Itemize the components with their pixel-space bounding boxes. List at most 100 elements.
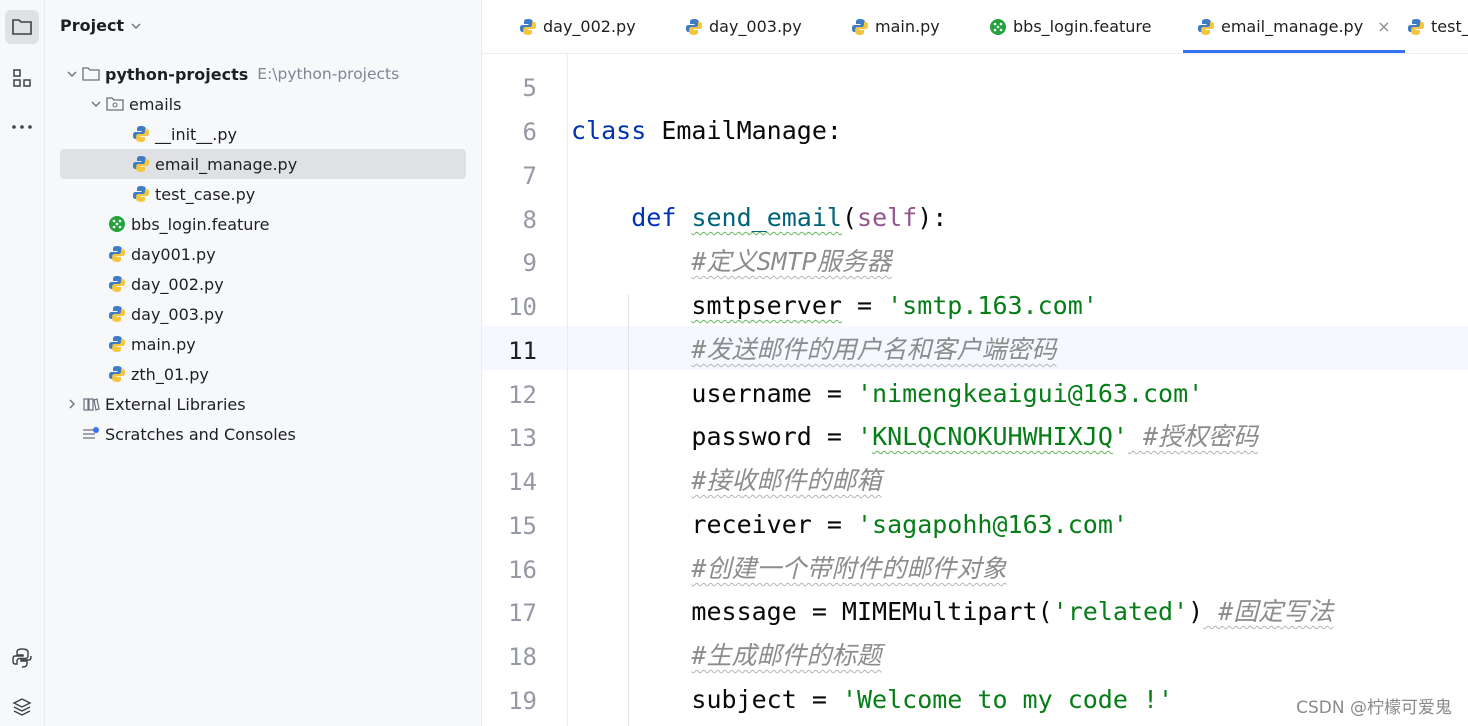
tab-email-manage[interactable]: email_manage.py × bbox=[1183, 0, 1405, 53]
package-folder-icon bbox=[106, 95, 124, 113]
tree-item-label: External Libraries bbox=[105, 394, 246, 414]
python-file-icon bbox=[132, 185, 150, 203]
code-line-18: #生成邮件的标题 bbox=[691, 641, 882, 670]
line-number: 7 bbox=[522, 162, 537, 190]
chevron-down-icon[interactable] bbox=[64, 66, 80, 82]
python-file-icon bbox=[519, 18, 537, 36]
tree-item-scratches[interactable]: Scratches and Consoles bbox=[60, 419, 470, 449]
scratches-icon bbox=[82, 425, 100, 443]
chevron-right-icon[interactable] bbox=[64, 396, 80, 412]
code-line-9: #定义SMTP服务器 bbox=[691, 247, 892, 276]
line-number: 16 bbox=[508, 556, 537, 584]
chevron-down-icon[interactable] bbox=[88, 96, 104, 112]
root-folder-path: E:\python-projects bbox=[257, 65, 400, 83]
python-console-icon bbox=[12, 648, 32, 668]
python-file-icon bbox=[108, 305, 126, 323]
python-file-icon bbox=[108, 275, 126, 293]
tree-item-test-case[interactable]: test_case.py bbox=[60, 179, 470, 209]
tree-item-day003[interactable]: day_003.py bbox=[60, 299, 466, 329]
line-number: 17 bbox=[508, 599, 537, 627]
python-file-icon bbox=[132, 155, 150, 173]
tree-item-external-libraries[interactable]: External Libraries bbox=[60, 389, 470, 419]
cucumber-icon bbox=[989, 18, 1007, 36]
tree-item-init[interactable]: __init__.py bbox=[60, 119, 470, 149]
tree-item-label: emails bbox=[129, 94, 182, 114]
tree-item-emails[interactable]: emails bbox=[60, 89, 470, 119]
tool-window-rail bbox=[0, 0, 45, 726]
code-line-19: subject = 'Welcome to my code !' bbox=[691, 685, 1174, 714]
tab-day-002[interactable]: day_002.py bbox=[519, 0, 636, 53]
code-line-10: smtpserver = 'smtp.163.com' bbox=[691, 291, 1098, 320]
line-number-gutter: 5 6 7 8 9 10 11 12 13 14 15 16 17 18 19 bbox=[482, 54, 568, 726]
layers-icon bbox=[12, 698, 32, 716]
code-editor[interactable]: class EmailManage: def send_email(self):… bbox=[568, 54, 1468, 726]
line-number: 10 bbox=[508, 293, 537, 321]
tree-item-day001[interactable]: day001.py bbox=[60, 239, 466, 269]
folder-icon bbox=[12, 19, 32, 35]
editor-area: day_002.py day_003.py main.py bbs_login.… bbox=[482, 0, 1468, 726]
tree-item-main[interactable]: main.py bbox=[60, 329, 466, 359]
code-line-8: def send_email(self): bbox=[631, 203, 948, 232]
project-tool-button[interactable] bbox=[5, 10, 39, 44]
code-line-11: #发送邮件的用户名和客户端密码 bbox=[691, 335, 1057, 364]
tree-item-label: day001.py bbox=[131, 244, 216, 264]
project-panel: Project python-projects E:\python-projec… bbox=[45, 0, 482, 726]
tree-item-bbs-login[interactable]: bbs_login.feature bbox=[60, 209, 466, 239]
line-number: 8 bbox=[522, 206, 537, 234]
line-number: 13 bbox=[508, 424, 537, 452]
python-file-icon bbox=[132, 125, 150, 143]
tree-item-zth01[interactable]: zth_01.py bbox=[60, 359, 466, 389]
python-file-icon bbox=[685, 18, 703, 36]
tab-label: email_manage.py bbox=[1221, 17, 1364, 36]
library-icon bbox=[82, 395, 100, 413]
tree-item-label: bbs_login.feature bbox=[131, 214, 270, 234]
line-number: 15 bbox=[508, 512, 537, 540]
project-view-selector[interactable]: Project bbox=[60, 16, 142, 35]
tree-item-day002[interactable]: day_002.py bbox=[60, 269, 466, 299]
root-folder-name: python-projects bbox=[105, 64, 249, 84]
tree-item-python-projects[interactable]: python-projects E:\python-projects bbox=[60, 59, 470, 89]
line-number: 12 bbox=[508, 381, 537, 409]
python-file-icon bbox=[1197, 18, 1215, 36]
python-file-icon bbox=[108, 365, 126, 383]
code-line-16: #创建一个带附件的邮件对象 bbox=[691, 554, 1007, 583]
tab-test[interactable]: test_ bbox=[1407, 0, 1468, 53]
tab-day-003[interactable]: day_003.py bbox=[685, 0, 802, 53]
tree-item-label: main.py bbox=[131, 334, 196, 354]
code-line-13: password = 'KNLQCNOKUHWHIXJQ' #授权密码 bbox=[691, 422, 1259, 451]
python-file-icon bbox=[108, 335, 126, 353]
line-number: 5 bbox=[522, 74, 537, 102]
close-icon[interactable]: × bbox=[1377, 17, 1390, 36]
watermark: CSDN @柠檬可爱鬼 bbox=[1296, 698, 1452, 718]
tree-item-label: test_case.py bbox=[155, 184, 256, 204]
code-line-15: receiver = 'sagapohh@163.com' bbox=[691, 510, 1128, 539]
tab-label: main.py bbox=[875, 17, 940, 36]
project-label: Project bbox=[60, 16, 125, 35]
line-number: 9 bbox=[522, 249, 537, 277]
line-number: 18 bbox=[508, 643, 537, 671]
tab-label: test_ bbox=[1431, 17, 1468, 36]
tab-main[interactable]: main.py bbox=[851, 0, 940, 53]
code-line-14: #接收邮件的邮箱 bbox=[691, 466, 882, 495]
folder-icon bbox=[82, 65, 100, 83]
more-tools-button[interactable] bbox=[5, 110, 39, 144]
tree-item-label: Scratches and Consoles bbox=[105, 424, 296, 444]
python-console-button[interactable] bbox=[5, 641, 39, 675]
tab-label: day_002.py bbox=[543, 17, 636, 36]
code-line-6: class EmailManage: bbox=[571, 116, 842, 145]
tree-item-email-manage[interactable]: email_manage.py bbox=[60, 149, 466, 179]
structure-icon bbox=[13, 69, 31, 87]
tree-item-label: day_002.py bbox=[131, 274, 224, 294]
chevron-down-icon bbox=[131, 23, 141, 29]
line-number-current: 11 bbox=[508, 337, 537, 365]
python-file-icon bbox=[851, 18, 869, 36]
tree-item-label: zth_01.py bbox=[131, 364, 209, 384]
more-icon bbox=[12, 125, 32, 129]
cucumber-icon bbox=[108, 215, 126, 233]
tab-label: bbs_login.feature bbox=[1013, 17, 1152, 36]
structure-tool-button[interactable] bbox=[5, 61, 39, 95]
tab-label: day_003.py bbox=[709, 17, 802, 36]
services-button[interactable] bbox=[5, 690, 39, 724]
line-number: 6 bbox=[522, 118, 537, 146]
tab-bbs-login[interactable]: bbs_login.feature bbox=[989, 0, 1151, 53]
